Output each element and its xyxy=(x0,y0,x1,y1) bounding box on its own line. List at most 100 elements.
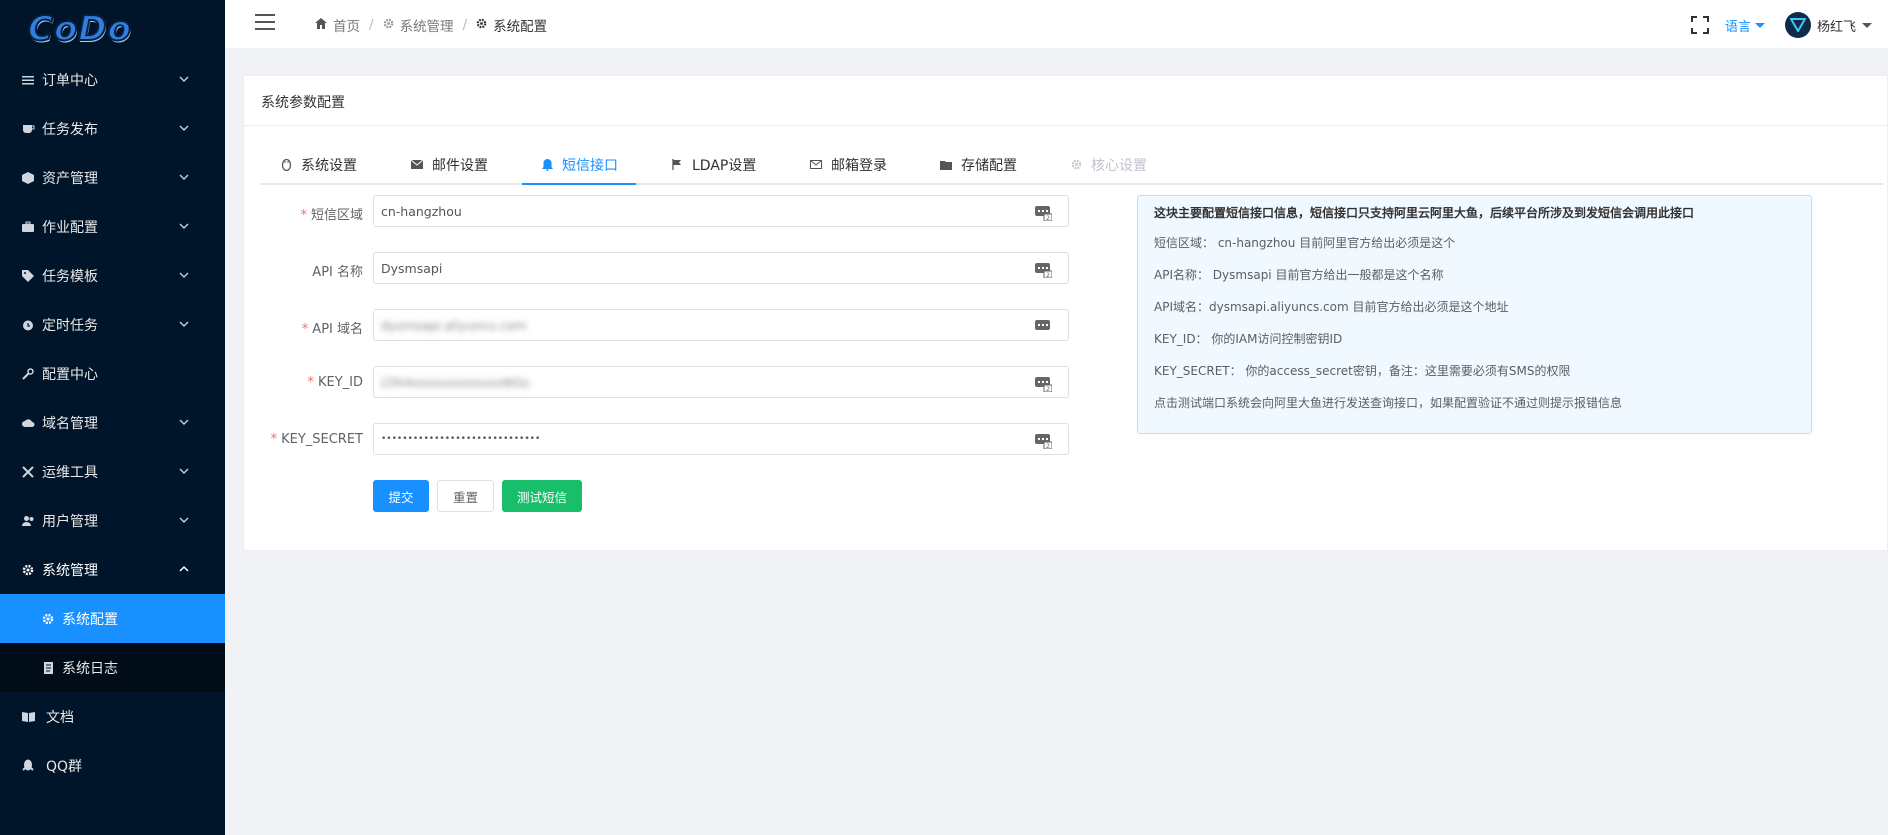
sidebar-item-label: 域名管理 xyxy=(42,415,98,432)
clock-icon xyxy=(20,317,36,333)
tab-label: 邮箱登录 xyxy=(831,157,887,174)
avatar xyxy=(1784,12,1811,38)
sidebar-item-task-publish[interactable]: 任务发布 xyxy=(0,104,225,153)
form-item-key-secret: * KEY_SECRET ••••••••••••••••••••••••••••… xyxy=(261,423,1101,457)
tag-icon xyxy=(20,268,36,284)
info-line: KEY_ID： 你的IAM访问控制密钥ID xyxy=(1154,332,1343,346)
info-panel: 这块主要配置短信接口信息，短信接口只支持阿里云阿里大鱼，后续平台所涉及到发短信会… xyxy=(1137,195,1812,434)
tab-storage-config[interactable]: 存储配置 xyxy=(921,146,1035,183)
folder-icon xyxy=(939,158,953,172)
required-mark: * xyxy=(307,375,314,390)
keyboard-icon[interactable] xyxy=(1034,317,1052,335)
sidebar-item-job-config[interactable]: 作业配置 xyxy=(0,202,225,251)
tab-label: 存储配置 xyxy=(961,157,1017,174)
menu-toggle-icon[interactable] xyxy=(255,14,275,30)
sidebar-item-users[interactable]: 用户管理 xyxy=(0,496,225,545)
keyboard-icon[interactable]: 2 xyxy=(1034,431,1053,450)
list-icon xyxy=(20,72,36,88)
sidebar-item-domains[interactable]: 域名管理 xyxy=(0,398,225,447)
reset-button[interactable]: 重置 xyxy=(437,480,494,512)
breadcrumb-label: 系统配置 xyxy=(493,19,548,35)
book-icon xyxy=(20,709,36,725)
input-value: •••••••••••••••••••••••••••••• xyxy=(381,434,541,444)
api-domain-input[interactable]: dysmsapi.aliyuncs.com xyxy=(373,309,1069,341)
tab-label: 邮件设置 xyxy=(432,157,488,174)
field-label-text: API 域名 xyxy=(312,322,363,337)
bell-icon xyxy=(540,158,554,172)
config-card: 系统参数配置 系统设置 邮件设置 短信接口 LDAP设置 邮箱登录 存储配置 核… xyxy=(243,75,1888,551)
sidebar-item-task-template[interactable]: 任务模板 xyxy=(0,251,225,300)
info-line: API名称： Dysmsapi 目前官方给出一般都是这个名称 xyxy=(1154,268,1444,282)
tab-mailbox-login[interactable]: 邮箱登录 xyxy=(791,146,905,183)
sidebar-subitem-system-config[interactable]: 系统配置 xyxy=(0,594,225,643)
sidebar-item-orders[interactable]: 订单中心 xyxy=(0,55,225,104)
sidebar-item-label: 系统配置 xyxy=(62,611,118,628)
svg-text:2: 2 xyxy=(1046,215,1050,221)
key-id-input[interactable]: LTAI4xxxxxxxxxxxxWGc 2 xyxy=(373,366,1069,398)
language-dropdown[interactable]: 语言 xyxy=(1725,16,1765,35)
tab-sms-interface[interactable]: 短信接口 xyxy=(522,146,636,185)
chevron-down-icon xyxy=(179,317,189,333)
sidebar-item-config-center[interactable]: 配置中心 xyxy=(0,349,225,398)
tab-system-settings[interactable]: 系统设置 xyxy=(261,146,375,183)
info-title: 这块主要配置短信接口信息，短信接口只支持阿里云阿里大鱼，后续平台所涉及到发短信会… xyxy=(1154,206,1695,220)
chevron-up-icon xyxy=(179,562,189,578)
sidebar-item-system-management[interactable]: 系统管理 xyxy=(0,545,225,594)
logo[interactable]: CoDo xyxy=(0,0,225,58)
sidebar-item-scheduled-tasks[interactable]: 定时任务 xyxy=(0,300,225,349)
caret-down-icon xyxy=(1754,22,1765,28)
users-icon xyxy=(20,513,36,529)
svg-text:2: 2 xyxy=(1046,272,1050,278)
sidebar-item-ops-tools[interactable]: 运维工具 xyxy=(0,447,225,496)
info-line: 短信区域： cn-hangzhou 目前阿里官方给出必须是这个 xyxy=(1154,236,1456,250)
sidebar-item-label: 任务模板 xyxy=(42,268,98,285)
cloud-icon xyxy=(20,415,36,431)
breadcrumb-system[interactable]: 系统管理 xyxy=(383,15,454,35)
info-line: 点击测试端口系统会向阿里大鱼进行发送查询接口，如果配置验证不通过则提示报错信息 xyxy=(1154,396,1623,410)
breadcrumb-home[interactable]: 首页 xyxy=(315,15,360,35)
breadcrumb-separator: / xyxy=(462,17,468,33)
sidebar-item-label: QQ群 xyxy=(46,758,83,775)
sidebar-item-qq-group[interactable]: QQ群 xyxy=(0,741,225,790)
qq-icon xyxy=(20,758,36,774)
sidebar-item-label: 资产管理 xyxy=(42,170,98,187)
keyboard-icon[interactable]: 2 xyxy=(1034,374,1053,393)
keyboard-icon[interactable]: 2 xyxy=(1034,260,1053,279)
key-secret-input[interactable]: •••••••••••••••••••••••••••••• 2 xyxy=(373,423,1069,455)
submit-button[interactable]: 提交 xyxy=(373,480,429,512)
sidebar-subitem-system-log[interactable]: 系统日志 xyxy=(0,643,225,692)
briefcase-icon xyxy=(20,219,36,235)
input-value: Dysmsapi xyxy=(381,260,443,276)
tab-label: LDAP设置 xyxy=(692,157,757,174)
input-value: dysmsapi.aliyuncs.com xyxy=(381,317,527,333)
sidebar: CoDo 订单中心 任务发布 资产管理 作业配置 任务模板 定时任务 配置中心 … xyxy=(0,0,225,835)
keyboard-icon[interactable]: 2 xyxy=(1034,203,1053,222)
sidebar-item-label: 系统日志 xyxy=(62,660,118,677)
chevron-down-icon xyxy=(179,219,189,235)
tab-label: 核心设置 xyxy=(1091,157,1147,174)
sidebar-item-label: 作业配置 xyxy=(42,219,98,236)
gear-icon xyxy=(40,611,56,627)
sms-region-input[interactable]: cn-hangzhou 2 xyxy=(373,195,1069,227)
required-mark: * xyxy=(301,322,309,337)
breadcrumb-separator: / xyxy=(369,17,374,33)
chevron-down-icon xyxy=(179,170,189,186)
svg-text:2: 2 xyxy=(1046,386,1050,392)
form-item-key-id: * KEY_ID LTAI4xxxxxxxxxxxxWGc 2 xyxy=(261,366,1101,400)
info-line: KEY_SECRET： 你的access_secret密钥，备注：这里需要必须有… xyxy=(1154,364,1571,378)
linux-icon xyxy=(279,158,293,172)
form-actions: 提交 重置 测试短信 xyxy=(261,480,1101,514)
tab-ldap-settings[interactable]: LDAP设置 xyxy=(652,146,774,183)
user-menu[interactable]: 杨红飞 xyxy=(1784,12,1872,38)
test-sms-button[interactable]: 测试短信 xyxy=(502,480,582,512)
api-name-input[interactable]: Dysmsapi 2 xyxy=(373,252,1069,284)
mail-icon xyxy=(410,158,424,172)
sidebar-item-docs[interactable]: 文档 xyxy=(0,692,225,741)
gear-icon xyxy=(20,562,36,578)
sidebar-item-assets[interactable]: 资产管理 xyxy=(0,153,225,202)
tab-mail-settings[interactable]: 邮件设置 xyxy=(392,146,506,183)
chevron-down-icon xyxy=(179,415,189,431)
fullscreen-icon[interactable] xyxy=(1690,16,1709,34)
field-label: * 短信区域 xyxy=(300,204,363,223)
svg-text:2: 2 xyxy=(1046,443,1050,449)
